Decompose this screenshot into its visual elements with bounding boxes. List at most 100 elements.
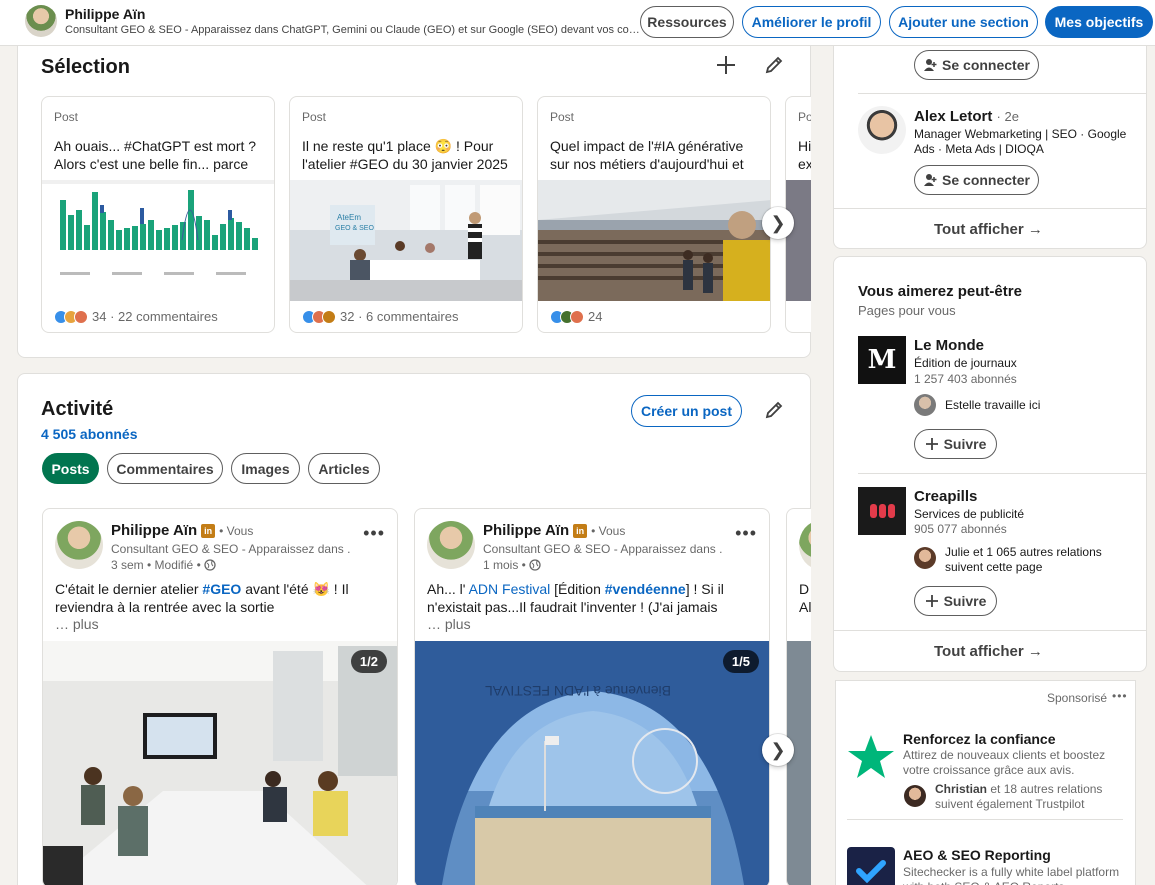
featured-reactions[interactable]: 32 · 6 commentaires	[302, 309, 459, 324]
hashtag-link[interactable]: #GEO	[202, 581, 241, 597]
filter-posts[interactable]: Posts	[42, 453, 99, 484]
activity-post[interactable]: D Al	[786, 508, 811, 885]
follow-button[interactable]: Suivre	[914, 429, 997, 459]
activity-post[interactable]: Philippe Aïn in • Vous Consultant GEO & …	[42, 508, 398, 885]
checkmark-icon	[856, 860, 886, 883]
show-all-people-link[interactable]: Tout afficher →	[934, 221, 1043, 238]
connection-degree: · 2e	[996, 109, 1019, 124]
you-label: • Vous	[219, 523, 254, 538]
more-options-icon[interactable]: •••	[735, 523, 757, 544]
featured-reactions[interactable]: 34 · 22 commentaires	[54, 309, 218, 324]
post-author[interactable]: Philippe Aïn in • Vous	[111, 522, 253, 539]
post-time-text: 1 mois •	[483, 558, 526, 572]
post-text: Ah... l' ADN Festival [Édition #vendéenn…	[427, 580, 757, 616]
activity-next-button[interactable]: ❯	[762, 734, 794, 766]
follow-button[interactable]: Suivre	[914, 586, 997, 616]
svg-text:AteEm: AteEm	[337, 213, 361, 222]
improve-profile-button[interactable]: Améliorer le profil	[742, 6, 881, 38]
avatar[interactable]	[25, 5, 57, 37]
my-goals-button[interactable]: Mes objectifs	[1045, 6, 1153, 38]
featured-reactions[interactable]: 24	[550, 309, 602, 324]
featured-next-button[interactable]: ❯	[762, 207, 794, 239]
post-author[interactable]: Philippe Aïn in • Vous	[483, 522, 625, 539]
ad-social-proof: Christian et 18 autres relations suivent…	[935, 782, 1115, 812]
edit-featured-button[interactable]	[758, 49, 790, 81]
post-photo[interactable]	[43, 641, 398, 885]
trustpilot-star-icon[interactable]	[847, 733, 895, 781]
post-text: C'était le dernier atelier #GEO avant l'…	[55, 580, 385, 616]
filter-articles[interactable]: Articles	[308, 453, 380, 484]
avatar[interactable]	[858, 106, 906, 154]
chevron-right-icon: ❯	[770, 212, 786, 233]
divider	[858, 473, 1146, 474]
you-label: • Vous	[591, 523, 626, 538]
plus-icon	[717, 56, 735, 74]
pages-title: Vous aimerez peut-être	[858, 283, 1022, 300]
conference-photo	[538, 180, 770, 301]
filter-comments[interactable]: Commentaires	[107, 453, 223, 484]
page-name[interactable]: Le Monde	[914, 337, 984, 354]
filter-images[interactable]: Images	[231, 453, 300, 484]
ad-social-name: Christian	[935, 782, 988, 796]
featured-item[interactable]: Post Quel impact de l'#IA générative sur…	[537, 96, 771, 333]
add-section-button[interactable]: Ajouter une section	[889, 6, 1038, 38]
activity-title: Activité	[41, 398, 114, 420]
follow-label: Suivre	[943, 593, 987, 609]
featured-item[interactable]: Post Il ne reste qu'1 place 😳 ! Pour l'a…	[289, 96, 523, 333]
post-text-part: C'était le dernier atelier	[55, 581, 203, 597]
more-options-icon[interactable]: •••	[1112, 689, 1128, 703]
globe-icon	[529, 559, 541, 571]
linkedin-premium-icon: in	[201, 523, 216, 538]
image-counter: 1/2	[350, 650, 387, 673]
add-featured-button[interactable]	[710, 49, 742, 81]
post-text-part: Al	[799, 599, 811, 615]
pencil-icon	[765, 56, 783, 74]
featured-kind: Post	[302, 110, 327, 124]
page-category: Édition de journaux	[914, 356, 1017, 370]
see-more-link[interactable]: … plus	[55, 616, 99, 632]
post-photo[interactable]	[787, 641, 811, 885]
sitechecker-logo[interactable]	[847, 847, 895, 885]
ad-title[interactable]: AEO & SEO Reporting	[903, 847, 1051, 863]
more-options-icon[interactable]: •••	[363, 523, 385, 544]
activity-post[interactable]: Philippe Aïn in • Vous Consultant GEO & …	[414, 508, 770, 885]
workshop-photo: AteEm GEO & SEO	[290, 180, 522, 301]
resources-button[interactable]: Ressources	[640, 6, 734, 38]
add-person-icon	[924, 59, 937, 71]
page-followers: 905 077 abonnés	[914, 522, 1007, 536]
featured-item[interactable]: Post Ah ouais... #ChatGPT est mort ? Alo…	[41, 96, 275, 333]
featured-text: Ah ouais... #ChatGPT est mort ? Alors c'…	[54, 138, 257, 172]
show-all-pages-link[interactable]: Tout afficher →	[934, 643, 1043, 660]
pencil-icon	[765, 401, 783, 419]
author-headline: Consultant GEO & SEO - Apparaissez dans …	[111, 542, 351, 556]
creapills-logo[interactable]	[858, 487, 906, 535]
avatar	[914, 547, 936, 569]
followers-count[interactable]: 4 505 abonnés	[41, 426, 138, 442]
reaction-icons	[550, 309, 584, 324]
profile-sticky-header: Philippe Aïn Consultant GEO & SEO - Appa…	[0, 0, 1155, 46]
create-post-button[interactable]: Créer un post	[631, 395, 742, 427]
author-avatar[interactable]	[427, 521, 475, 569]
page-name[interactable]: Creapills	[914, 488, 977, 505]
post-time-text: 3 sem • Modifié •	[111, 558, 201, 572]
post-photo[interactable]: Bienvenue à l'ADN FESTIVAL	[415, 641, 770, 885]
person-name-text: Alex Letort	[914, 108, 993, 125]
mention-link[interactable]: ADN Festival	[469, 581, 551, 597]
chevron-right-icon: ❯	[770, 739, 786, 760]
hashtag-link[interactable]: #vendéenne	[605, 581, 686, 597]
author-avatar[interactable]	[55, 521, 103, 569]
featured-text: Il ne reste qu'1 place 😳 ! Pour l'atelie…	[302, 138, 508, 172]
edit-activity-button[interactable]	[758, 394, 790, 426]
author-name: Philippe Aïn	[483, 522, 570, 539]
ad-title[interactable]: Renforcez la confiance	[903, 731, 1056, 747]
le-monde-logo[interactable]: M	[858, 336, 906, 384]
le-monde-logo-glyph: M	[867, 345, 897, 375]
author-avatar[interactable]	[799, 521, 811, 569]
see-more-link[interactable]: … plus	[427, 616, 471, 632]
person-name[interactable]: Alex Letort · 2e	[914, 108, 1019, 125]
featured-chart-image	[42, 180, 274, 301]
connect-button[interactable]: Se connecter	[914, 50, 1039, 80]
connect-button[interactable]: Se connecter	[914, 165, 1039, 195]
author-name: Philippe Aïn	[111, 522, 198, 539]
divider	[834, 208, 1146, 209]
